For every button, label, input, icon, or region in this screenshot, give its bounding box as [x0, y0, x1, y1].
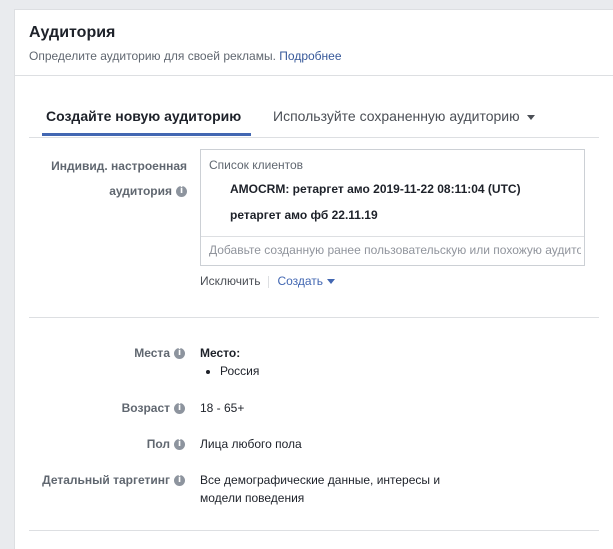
audience-tabs: Создайте новую аудиторию Используйте сох… — [29, 100, 599, 138]
exclude-button[interactable]: Исключить — [200, 274, 260, 288]
info-icon[interactable]: i — [174, 475, 185, 487]
info-icon[interactable]: i — [176, 186, 187, 198]
audience-card: Аудитория Определите аудиторию для своей… — [14, 9, 613, 549]
tab-use-saved-audience[interactable]: Используйте сохраненную аудиторию — [273, 108, 535, 124]
learn-more-link[interactable]: Подробнее — [279, 49, 341, 63]
tab-create-new-audience[interactable]: Создайте новую аудиторию — [46, 108, 241, 124]
locations-list: Россия — [200, 362, 259, 380]
audience-item[interactable]: ретаргет амо фб 22.11.19 — [230, 208, 378, 222]
gender-value: Лица любого пола — [200, 437, 302, 451]
customer-list-heading: Список клиентов — [209, 158, 304, 172]
custom-audience-search-input[interactable]: Добавьте созданную ранее пользовательску… — [209, 243, 581, 261]
card-subtitle: Определите аудиторию для своей рекламы. … — [29, 49, 342, 63]
custom-audience-label-line1: Индивид. настроенная — [51, 159, 187, 173]
age-value: 18 - 65+ — [200, 401, 245, 415]
subtitle-text: Определите аудиторию для своей рекламы. — [29, 49, 276, 63]
age-label-text: Возраст — [121, 401, 170, 415]
create-label: Создать — [277, 274, 324, 288]
custom-audience-label-line2: аудитория — [109, 184, 172, 198]
detailed-targeting-value: Все демографические данные, интересы и м… — [200, 471, 440, 507]
locations-value: Место: Россия — [200, 344, 259, 380]
locations-label-text: Места — [134, 346, 170, 360]
info-icon[interactable]: i — [174, 348, 185, 360]
info-icon[interactable]: i — [174, 439, 185, 451]
create-dropdown-button[interactable]: Создать — [277, 274, 336, 288]
info-icon[interactable]: i — [174, 403, 185, 415]
detailed-targeting-line2: модели поведения — [200, 491, 305, 505]
audience-item[interactable]: AMOCRM: ретаргет амо 2019-11-22 08:11:04… — [230, 182, 521, 196]
detailed-targeting-line1: Все демографические данные, интересы и — [200, 473, 441, 487]
custom-audience-label-line2-wrap: аудитория i — [27, 179, 187, 204]
custom-audience-actions: Исключить Создать — [200, 274, 336, 288]
section-divider — [29, 317, 599, 318]
custom-audience-box: Список клиентов AMOCRM: ретаргет амо 201… — [200, 149, 585, 266]
custom-audience-label: Индивид. настроенная аудитория i — [27, 154, 187, 204]
gender-label: Пол i — [25, 437, 185, 451]
actions-separator — [268, 275, 270, 288]
box-divider — [201, 236, 584, 237]
locations-title: Место: — [200, 346, 241, 360]
gender-label-text: Пол — [146, 437, 170, 451]
age-label: Возраст i — [25, 401, 185, 415]
card-title: Аудитория — [29, 24, 116, 41]
tab-use-saved-label: Используйте сохраненную аудиторию — [273, 108, 520, 124]
detailed-targeting-label-text: Детальный таргетинг — [42, 473, 170, 487]
caret-down-icon — [526, 114, 535, 120]
locations-label: Места i — [25, 346, 185, 360]
caret-down-icon — [327, 279, 336, 285]
detailed-targeting-label: Детальный таргетинг i — [25, 473, 185, 487]
active-tab-indicator — [42, 133, 251, 136]
card-header: Аудитория Определите аудиторию для своей… — [15, 10, 613, 76]
location-item: Россия — [220, 362, 259, 380]
section-divider — [29, 530, 599, 531]
